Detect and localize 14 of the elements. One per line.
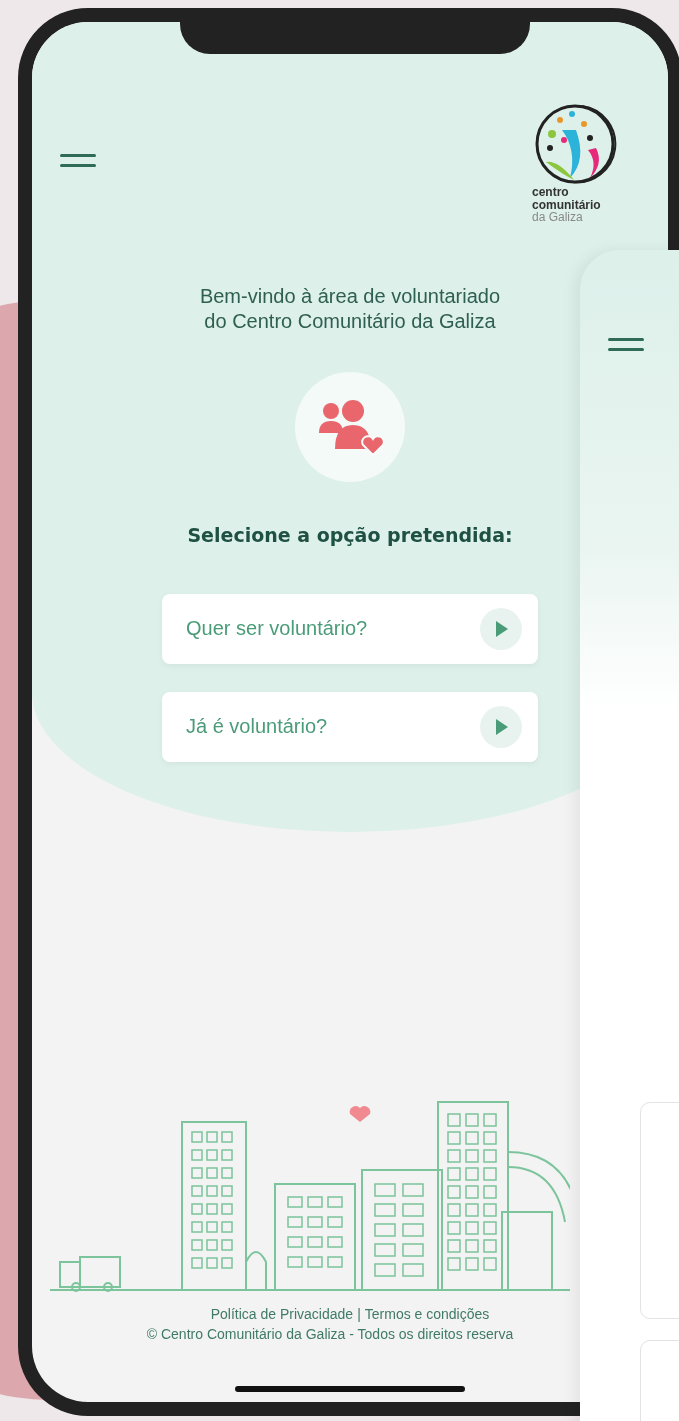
welcome-text: do Centro Comunitário da Galiza <box>203 308 497 334</box>
option-button[interactable]: Quer ser voluntário? <box>162 593 538 664</box>
menu-icon[interactable] <box>60 154 96 168</box>
menu-icon[interactable] <box>608 338 644 352</box>
welcome-text: Bem-vindo à área de voluntariado <box>199 283 501 309</box>
privacy-policy-link[interactable]: Política de Privacidade <box>210 1306 354 1322</box>
separator-text: | <box>357 1306 361 1322</box>
logo-text: centro <box>532 186 569 199</box>
logo-text: da Galiza <box>532 211 583 224</box>
option-button[interactable]: Já é voluntário? <box>162 691 538 762</box>
prompt-heading: Selecione a opção pretendida: <box>187 523 513 546</box>
copyright-text: © Centro Comunitário da Galiza - Todos os direitos reserva <box>146 1326 514 1342</box>
logo-text: comunitário <box>532 198 601 212</box>
terms-link[interactable]: Termos e condições <box>364 1306 490 1322</box>
